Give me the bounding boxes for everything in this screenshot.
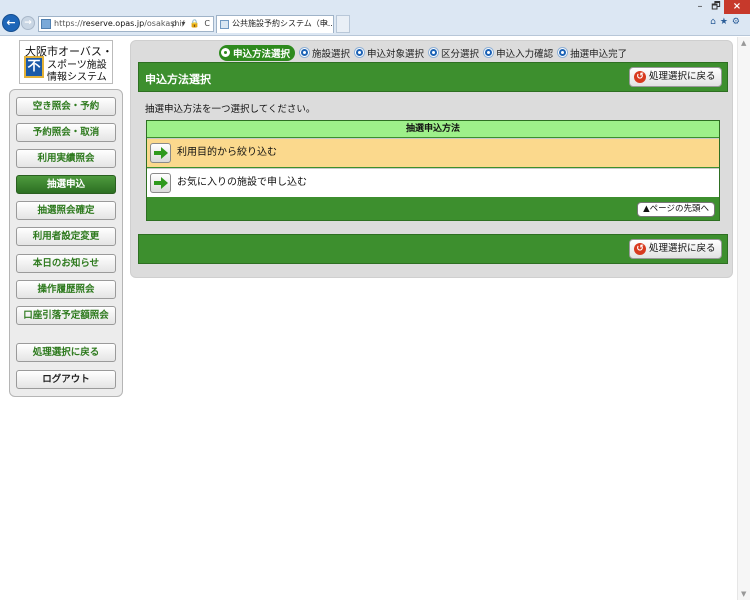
main-panel: 申込方法選択 施設選択 申込対象選択 区分選択 申込入力確認 抽選申込完了 申込…	[130, 40, 733, 278]
arrow-right-icon[interactable]	[150, 143, 171, 163]
option-by-purpose[interactable]: 利用目的から絞り込む	[147, 138, 719, 167]
sidebar-item-debit-schedule[interactable]: 口座引落予定額照会	[16, 306, 116, 325]
sidebar-item-usage-history[interactable]: 利用実績照会	[16, 149, 116, 168]
step-label: 申込対象選択	[367, 48, 425, 60]
section-footer: ↺ 処理選択に戻る	[138, 234, 728, 264]
scroll-up-icon[interactable]: ▲	[741, 39, 746, 47]
address-bar[interactable]: https://reserve.opas.jp/osakashi/ ρ ▾ 🔒 …	[38, 16, 214, 32]
url-domain: reserve.opas.jp	[82, 19, 145, 28]
step-label: 申込入力確認	[496, 48, 554, 60]
back-to-menu-button[interactable]: ↺ 処理選択に戻る	[629, 67, 722, 87]
sidebar-item-availability[interactable]: 空き照会・予約	[16, 97, 116, 116]
tab-favicon-icon	[220, 20, 229, 29]
step-dot-icon	[355, 48, 365, 57]
page-title: 申込方法選択	[145, 73, 211, 86]
minimize-button[interactable]: –	[692, 0, 708, 14]
step-input-confirm: 申込入力確認	[484, 46, 553, 60]
city-emblem-icon: 不	[24, 56, 44, 78]
section-header: 申込方法選択 ↺ 処理選択に戻る	[138, 62, 728, 92]
browser-tab[interactable]: 公共施設予約システム（申... ×	[216, 15, 334, 33]
sidebar-item-lottery-confirm[interactable]: 抽選照会確定	[16, 201, 116, 220]
step-slot-select: 区分選択	[429, 46, 479, 60]
logout-button[interactable]: ログアウト	[16, 370, 116, 389]
arrow-right-icon[interactable]	[150, 173, 171, 193]
back-to-menu-label: 処理選択に戻る	[649, 243, 716, 254]
scroll-down-icon[interactable]: ▼	[741, 590, 746, 598]
logo-text-line3: 情報システム	[47, 72, 107, 83]
step-label: 区分選択	[441, 48, 480, 60]
option-by-favorite[interactable]: お気に入りの施設で申し込む	[147, 168, 719, 197]
step-dot-icon	[484, 48, 494, 57]
sidebar-item-operation-log[interactable]: 操作履歴照会	[16, 280, 116, 299]
close-window-button[interactable]: ×	[724, 0, 750, 14]
vertical-scrollbar[interactable]: ▲ ▼	[737, 37, 750, 600]
step-dot-icon	[300, 48, 310, 57]
sidebar-back-button[interactable]: 処理選択に戻る	[16, 343, 116, 362]
home-star-gear-icons[interactable]: ⌂★⚙	[710, 17, 744, 27]
back-arrow-icon[interactable]: ←	[2, 14, 20, 32]
page-top-button[interactable]: ▲ページの先頭へ	[637, 202, 715, 217]
return-arrow-icon: ↺	[634, 71, 646, 83]
footer-back-to-menu-button[interactable]: ↺ 処理選択に戻る	[629, 239, 722, 259]
return-arrow-icon: ↺	[634, 243, 646, 255]
method-table: 抽選申込方法 利用目的から絞り込む お気に入りの施設で申し込む ▲ページの先頭へ	[146, 120, 720, 221]
step-label: 申込方法選択	[233, 48, 291, 60]
step-label: 抽選申込完了	[570, 48, 628, 60]
step-method-select: 申込方法選択	[219, 44, 296, 61]
sidebar-item-notices[interactable]: 本日のお知らせ	[16, 254, 116, 273]
window-controls: – 🗗 ×	[692, 0, 750, 14]
step-dot-icon	[221, 48, 230, 57]
step-dot-icon	[558, 48, 568, 57]
sidebar-menu: 空き照会・予約 予約照会・取消 利用実績照会 抽選申込 抽選照会確定 利用者設定…	[9, 89, 123, 397]
step-progress: 申込方法選択 施設選択 申込対象選択 区分選択 申込入力確認 抽選申込完了	[219, 44, 632, 61]
step-dot-icon	[429, 48, 439, 57]
step-complete: 抽選申込完了	[558, 46, 627, 60]
tab-close-icon[interactable]: ×	[322, 16, 329, 32]
address-tools[interactable]: ρ ▾ 🔒 C	[172, 17, 211, 31]
sidebar-item-reservations[interactable]: 予約照会・取消	[16, 123, 116, 142]
tab-title: 公共施設予約システム（申...	[232, 19, 334, 28]
step-target-select: 申込対象選択	[355, 46, 424, 60]
maximize-button[interactable]: 🗗	[708, 0, 724, 14]
url-prefix: https://	[54, 19, 83, 28]
back-to-menu-label: 処理選択に戻る	[649, 71, 716, 82]
table-header: 抽選申込方法	[147, 121, 719, 137]
step-label: 施設選択	[312, 48, 351, 60]
instruction-text: 抽選申込方法を一つ選択してください。	[145, 104, 316, 115]
option-label: お気に入りの施設で申し込む	[177, 177, 307, 188]
new-tab-button[interactable]	[336, 15, 350, 33]
forward-arrow-icon[interactable]: →	[21, 16, 35, 30]
sidebar-item-user-settings[interactable]: 利用者設定変更	[16, 227, 116, 246]
browser-chrome: – 🗗 × ← → https://reserve.opas.jp/osakas…	[0, 0, 750, 36]
site-logo[interactable]: 不 大阪市オーバス・ スポーツ施設 情報システム	[19, 40, 113, 84]
site-icon	[41, 19, 51, 29]
step-facility-select: 施設選択	[300, 46, 350, 60]
option-label: 利用目的から絞り込む	[177, 147, 277, 158]
sidebar-item-lottery-apply[interactable]: 抽選申込	[16, 175, 116, 194]
